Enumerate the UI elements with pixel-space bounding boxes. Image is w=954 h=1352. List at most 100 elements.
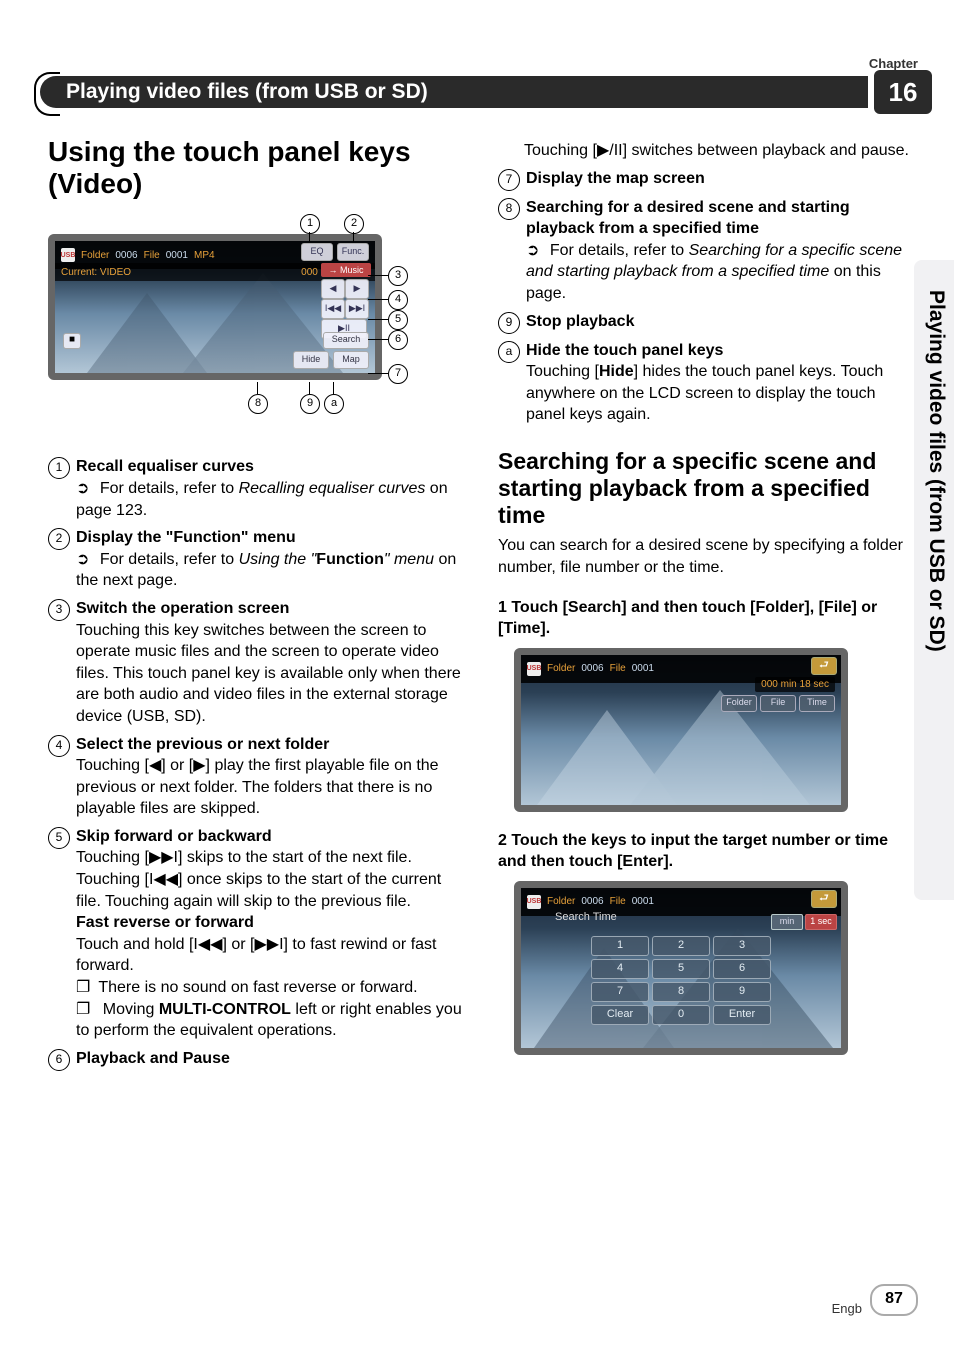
- item-8-head: Searching for a desired scene and starti…: [526, 199, 850, 238]
- next-folder-button[interactable]: ▶: [345, 279, 369, 299]
- item-num-8: 8: [498, 198, 520, 220]
- folder-label: Folder: [547, 662, 575, 676]
- key-7[interactable]: 7: [591, 982, 649, 1002]
- item-8-sub-pre: For details, refer to: [550, 242, 689, 259]
- item-6-head: Playback and Pause: [76, 1050, 230, 1067]
- video-screenshot-1: USB Folder 0006 File 0001 MP4 EQ Func. C…: [48, 234, 382, 380]
- minutes-chip[interactable]: min: [771, 914, 803, 930]
- back-button[interactable]: ⮐: [811, 657, 837, 675]
- item-1: 1 Recall equaliser curves For details, r…: [48, 456, 468, 521]
- key-0[interactable]: 0: [652, 1005, 710, 1025]
- prev-folder-button[interactable]: ◀: [321, 279, 345, 299]
- item-5-fast-head: Fast reverse or forward: [76, 912, 468, 934]
- eq-button[interactable]: EQ: [301, 243, 333, 261]
- switch-to-music-button[interactable]: → Music: [321, 263, 371, 277]
- subsection-intro: You can search for a desired scene by sp…: [498, 535, 918, 578]
- item-10-body: Touching [Hide] hides the touch panel ke…: [526, 361, 918, 426]
- callout-8: 8: [248, 394, 268, 414]
- page-heading: Using the touch panel keys (Video): [48, 136, 468, 200]
- keypad-screenshot: USB Folder 0006 File 0001 ⮐ Search Time …: [514, 881, 848, 1055]
- item-5-note2: Moving MULTI-CONTROL left or right enabl…: [76, 999, 468, 1042]
- item-5: 5 Skip forward or backward Touching [▶▶I…: [48, 826, 468, 1042]
- item-4-head: Select the previous or next folder: [76, 736, 329, 753]
- tab-file[interactable]: File: [760, 695, 796, 712]
- page-number: 87: [870, 1284, 918, 1316]
- item-3-body: Touching this key switches between the s…: [76, 620, 468, 728]
- chapter-label: Chapter: [869, 56, 918, 71]
- file-number: 0001: [632, 662, 654, 676]
- item-5-head: Skip forward or backward: [76, 828, 272, 845]
- search-screenshot: USB Folder 0006 File 0001 ⮐ 000 min 18 s…: [514, 648, 848, 812]
- file-label: File: [610, 895, 626, 909]
- key-9[interactable]: 9: [713, 982, 771, 1002]
- callout-4: 4: [388, 290, 408, 310]
- language-code: Engb: [832, 1301, 862, 1316]
- playback-control-grid: ◀ ▶ I◀◀ ▶▶I ▶II: [321, 279, 369, 339]
- item-1-sub-italic: Recalling equaliser curves: [239, 480, 426, 497]
- callout-9: 9: [300, 394, 320, 414]
- back-button[interactable]: ⮐: [811, 890, 837, 908]
- search-button[interactable]: Search: [323, 332, 369, 349]
- file-label: File: [144, 249, 160, 263]
- stop-button[interactable]: ■: [63, 333, 81, 349]
- key-1[interactable]: 1: [591, 936, 649, 956]
- usb-icon: USB: [527, 662, 541, 676]
- search-row: Search: [323, 332, 369, 349]
- tab-time[interactable]: Time: [799, 695, 835, 712]
- item-4: 4 Select the previous or next folder Tou…: [48, 734, 468, 820]
- search-mode-tabs: Folder File Time: [721, 695, 835, 712]
- key-clear[interactable]: Clear: [591, 1005, 649, 1025]
- item-3-head: Switch the operation screen: [76, 600, 289, 617]
- item-2-sub: For details, refer to Using the "Functio…: [76, 549, 468, 592]
- lead-3: [368, 275, 388, 276]
- folder-number: 0006: [115, 249, 137, 263]
- map-button[interactable]: Map: [333, 351, 369, 369]
- callout-2: 2: [344, 214, 364, 234]
- item-5-fast-body: Touch and hold [I◀◀] or [▶▶I] to fast re…: [76, 934, 468, 977]
- key-2[interactable]: 2: [652, 936, 710, 956]
- file-number: 0001: [632, 895, 654, 909]
- usb-icon: USB: [527, 895, 541, 909]
- lead-4: [368, 299, 388, 300]
- item-num-3: 3: [48, 599, 70, 621]
- callout-5: 5: [388, 310, 408, 330]
- key-5[interactable]: 5: [652, 959, 710, 979]
- tab-folder[interactable]: Folder: [721, 695, 757, 712]
- key-3[interactable]: 3: [713, 936, 771, 956]
- touch-panel-diagram: USB Folder 0006 File 0001 MP4 EQ Func. C…: [48, 214, 388, 444]
- right-column: Touching [▶/II] switches between playbac…: [498, 140, 918, 1055]
- seconds-chip[interactable]: 1 sec: [805, 914, 837, 930]
- item-6: 6 Playback and Pause: [48, 1048, 468, 1071]
- key-4[interactable]: 4: [591, 959, 649, 979]
- item-7-head: Display the map screen: [526, 170, 705, 187]
- item-4-body: Touching [◀] or [▶] play the first playa…: [76, 755, 468, 820]
- left-column: Using the touch panel keys (Video) USB F…: [48, 136, 468, 1071]
- skip-forward-button[interactable]: ▶▶I: [345, 299, 369, 319]
- key-6[interactable]: 6: [713, 959, 771, 979]
- folder-label: Folder: [81, 249, 109, 263]
- func-button[interactable]: Func.: [337, 243, 369, 261]
- item-1-sub-pre: For details, refer to: [100, 480, 239, 497]
- item-5-body: Touching [▶▶I] skips to the start of the…: [76, 847, 468, 912]
- callout-6: 6: [388, 330, 408, 350]
- item-8: 8 Searching for a desired scene and star…: [498, 197, 918, 305]
- step-2: 2 Touch the keys to input the target num…: [498, 830, 918, 873]
- item-10-body-pre: Touching [: [526, 363, 599, 380]
- key-enter[interactable]: Enter: [713, 1005, 771, 1025]
- item-10: a Hide the touch panel keys Touching [Hi…: [498, 340, 918, 426]
- lead-8: [257, 382, 258, 394]
- file-number: 0001: [166, 249, 188, 263]
- item-5-note2-pre: Moving: [103, 1001, 159, 1018]
- lead-1: [309, 232, 310, 242]
- subsection-heading: Searching for a specific scene and start…: [498, 448, 918, 529]
- lead-6: [368, 339, 388, 340]
- lead-5: [368, 319, 388, 320]
- lead-10: [333, 382, 334, 394]
- item-10-head: Hide the touch panel keys: [526, 342, 723, 359]
- hide-button[interactable]: Hide: [293, 351, 329, 369]
- item-2-sub-i2: " menu: [384, 551, 434, 568]
- search-mode-label: Search Time: [555, 910, 617, 925]
- key-8[interactable]: 8: [652, 982, 710, 1002]
- item-num-2: 2: [48, 528, 70, 550]
- skip-back-button[interactable]: I◀◀: [321, 299, 345, 319]
